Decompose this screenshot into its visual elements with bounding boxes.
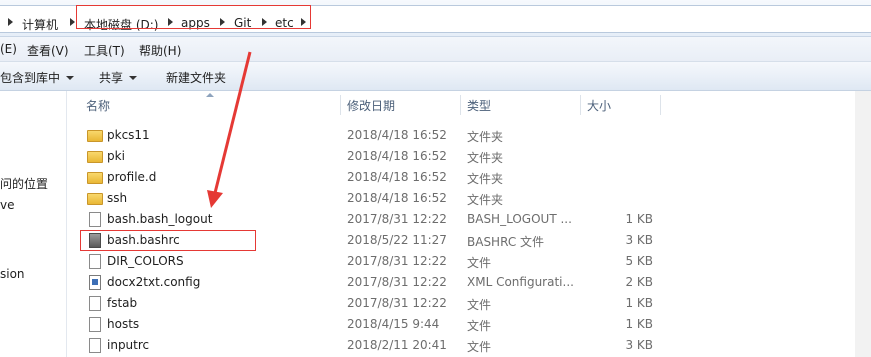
annotation-arrowhead <box>207 190 223 208</box>
vertical-scrollbar[interactable] <box>855 91 871 357</box>
annotation-arrow <box>207 51 252 208</box>
annotation-arrow-shaft <box>213 51 252 194</box>
